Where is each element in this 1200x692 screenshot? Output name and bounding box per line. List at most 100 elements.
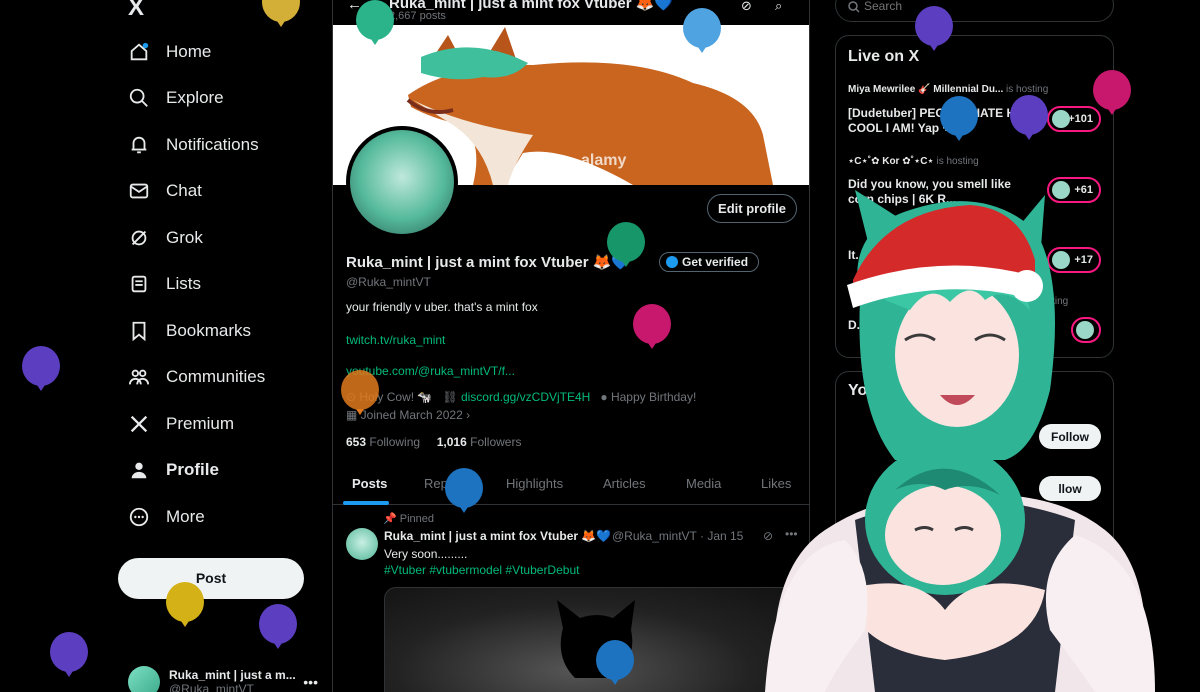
nav-label-bookmarks: Bookmarks bbox=[166, 321, 252, 340]
profile-column: ← Ruka_mint | just a mint fox Vtuber 🦊💙 … bbox=[332, 0, 810, 692]
nav-label-profile: Profile bbox=[166, 460, 219, 479]
grok-icon[interactable]: ⊘ bbox=[741, 0, 752, 14]
account-name: Ruka_mint | just a m... bbox=[169, 668, 296, 682]
balloon-icon bbox=[262, 0, 300, 27]
live-title-4[interactable]: D... wr... bbox=[848, 318, 1038, 333]
banner-watermark: alamy bbox=[581, 152, 626, 169]
search-icon[interactable]: ⌕ bbox=[775, 0, 782, 14]
balloon-icon bbox=[356, 0, 394, 45]
live-listeners-pill[interactable]: +17 bbox=[1047, 247, 1101, 273]
profile-avatar[interactable] bbox=[346, 126, 458, 238]
balloon-icon bbox=[1010, 95, 1048, 140]
active-tab-indicator bbox=[343, 501, 389, 505]
pin-icon: 📌 bbox=[383, 513, 400, 525]
tweet-meta: @Ruka_mintVT · Jan 15 bbox=[612, 529, 744, 543]
who-to-follow-panel: Yo... Follow llow bbox=[835, 371, 1114, 692]
live-title: Live on X bbox=[848, 48, 920, 65]
following-label: Following bbox=[369, 435, 421, 449]
post-count: 2,667 posts bbox=[389, 10, 446, 22]
balloon-icon bbox=[683, 8, 721, 53]
grok-icon bbox=[131, 230, 147, 246]
nav-item-profile[interactable]: Profile bbox=[128, 450, 219, 490]
balloon-icon bbox=[50, 632, 88, 677]
tab-posts[interactable]: Posts bbox=[352, 476, 387, 491]
nav-label-home: Home bbox=[166, 42, 212, 61]
grok-icon[interactable]: ⊘ bbox=[763, 529, 773, 543]
live-host-status: is hosting bbox=[936, 156, 979, 167]
following-count: 653 bbox=[346, 435, 367, 449]
envelope-icon bbox=[129, 183, 149, 199]
live-on-x-panel: Live on X Miya Mewrilee 🎸 Millennial Du.… bbox=[835, 35, 1114, 358]
nav-item-notifications[interactable]: Notifications bbox=[128, 125, 259, 165]
nav-item-chat[interactable]: Chat bbox=[128, 171, 202, 211]
live-host-name[interactable]: ⋆C⋆˚✿ Kor ✿˚⋆C⋆ bbox=[848, 156, 934, 167]
nav-item-bookmarks[interactable]: Bookmarks bbox=[128, 311, 251, 351]
followers-count: 1,016 bbox=[436, 435, 467, 449]
profile-name: Ruka_mint | just a mint fox Vtuber 🦊💙 bbox=[346, 254, 631, 271]
follow-counts: 653 Following 1,016 Followers bbox=[346, 435, 521, 449]
nav-item-lists[interactable]: Lists bbox=[128, 264, 201, 304]
tab-highlights[interactable]: Highlights bbox=[506, 476, 563, 491]
account-switcher[interactable]: Ruka_mint | just a m... @Ruka_mintVT ••• bbox=[128, 666, 318, 692]
nav-label-more: More bbox=[166, 507, 205, 526]
nav-label-explore: Explore bbox=[166, 88, 224, 107]
nav-item-communities[interactable]: Communities bbox=[128, 357, 265, 397]
balloon-icon bbox=[259, 604, 297, 649]
nav-item-explore[interactable]: Explore bbox=[128, 78, 224, 118]
balloon-icon bbox=[596, 640, 634, 685]
live-listeners-pill[interactable] bbox=[1071, 317, 1101, 343]
live-count: +17 bbox=[1074, 254, 1093, 266]
post-button[interactable]: Post bbox=[118, 558, 304, 599]
tab-media[interactable]: Media bbox=[686, 476, 721, 491]
get-verified-button[interactable]: Get verified bbox=[659, 252, 760, 272]
followers-link[interactable]: 1,016 Followers bbox=[437, 435, 522, 449]
who-to-follow-title: Yo... bbox=[848, 382, 881, 399]
avatar bbox=[1052, 181, 1070, 199]
tab-articles[interactable]: Articles bbox=[603, 476, 646, 491]
balloon-icon bbox=[166, 582, 204, 627]
tweet-author[interactable]: Ruka_mint | just a mint fox Vtuber 🦊💙 bbox=[384, 529, 611, 543]
live-title-2[interactable]: Did you know, you smell like corn chips … bbox=[848, 177, 1038, 207]
pinned-text: Pinned bbox=[399, 513, 435, 525]
nav-item-grok[interactable]: Grok bbox=[128, 218, 203, 258]
balloon-icon: ● bbox=[600, 390, 611, 404]
more-dots-icon[interactable]: ••• bbox=[785, 527, 798, 541]
nav-item-home[interactable]: Home bbox=[128, 32, 211, 72]
live-host-4: hosting bbox=[1036, 296, 1069, 307]
live-title-3[interactable]: It... Yo... bbox=[848, 248, 1038, 263]
live-host-name[interactable]: Miya Mewrilee 🎸 Millennial Du... bbox=[848, 84, 1003, 95]
profile-website[interactable]: discord.gg/vzCDVjTE4H bbox=[461, 390, 590, 404]
x-logo-icon[interactable]: X bbox=[128, 0, 144, 22]
search-box[interactable] bbox=[835, 0, 1114, 22]
get-verified-label: Get verified bbox=[682, 255, 749, 269]
tweet-hashtags[interactable]: #Vtuber #vtubermodel #VtuberDebut bbox=[384, 563, 579, 577]
bio-link-twitch[interactable]: twitch.tv/ruka_mint bbox=[346, 333, 445, 347]
nav-label-premium: Premium bbox=[166, 414, 235, 433]
verified-badge-icon bbox=[666, 256, 678, 268]
live-host-1: Miya Mewrilee 🎸 Millennial Du... is host… bbox=[848, 84, 1048, 95]
account-handle: @Ruka_mintVT bbox=[169, 682, 254, 692]
profile-tabs: Posts Replies Highlights Articles Media … bbox=[333, 465, 809, 505]
balloon-icon bbox=[607, 222, 645, 267]
bell-icon bbox=[131, 136, 147, 154]
people-icon bbox=[128, 369, 150, 385]
home-icon bbox=[130, 42, 149, 61]
nav-label-notifications: Notifications bbox=[166, 135, 259, 154]
nav-item-more[interactable]: More bbox=[128, 497, 205, 537]
following-link[interactable]: 653 Following bbox=[346, 435, 420, 449]
balloon-icon bbox=[341, 370, 379, 415]
balloon-icon bbox=[1093, 70, 1131, 115]
tweet-avatar[interactable] bbox=[346, 528, 378, 560]
avatar bbox=[128, 666, 160, 692]
follow-button[interactable]: Follow bbox=[1039, 424, 1101, 449]
nav-item-premium[interactable]: Premium bbox=[128, 404, 234, 444]
search-input[interactable] bbox=[864, 0, 1064, 13]
balloon-icon bbox=[940, 96, 978, 141]
live-listeners-pill[interactable]: +61 bbox=[1047, 177, 1101, 203]
balloon-icon bbox=[633, 304, 671, 349]
followers-label: Followers bbox=[470, 435, 522, 449]
follow-button[interactable]: llow bbox=[1039, 476, 1101, 501]
tab-likes[interactable]: Likes bbox=[761, 476, 791, 491]
profile-bio: your friendly v uber. that's a mint fox bbox=[346, 300, 538, 314]
edit-profile-button[interactable]: Edit profile bbox=[707, 194, 797, 223]
